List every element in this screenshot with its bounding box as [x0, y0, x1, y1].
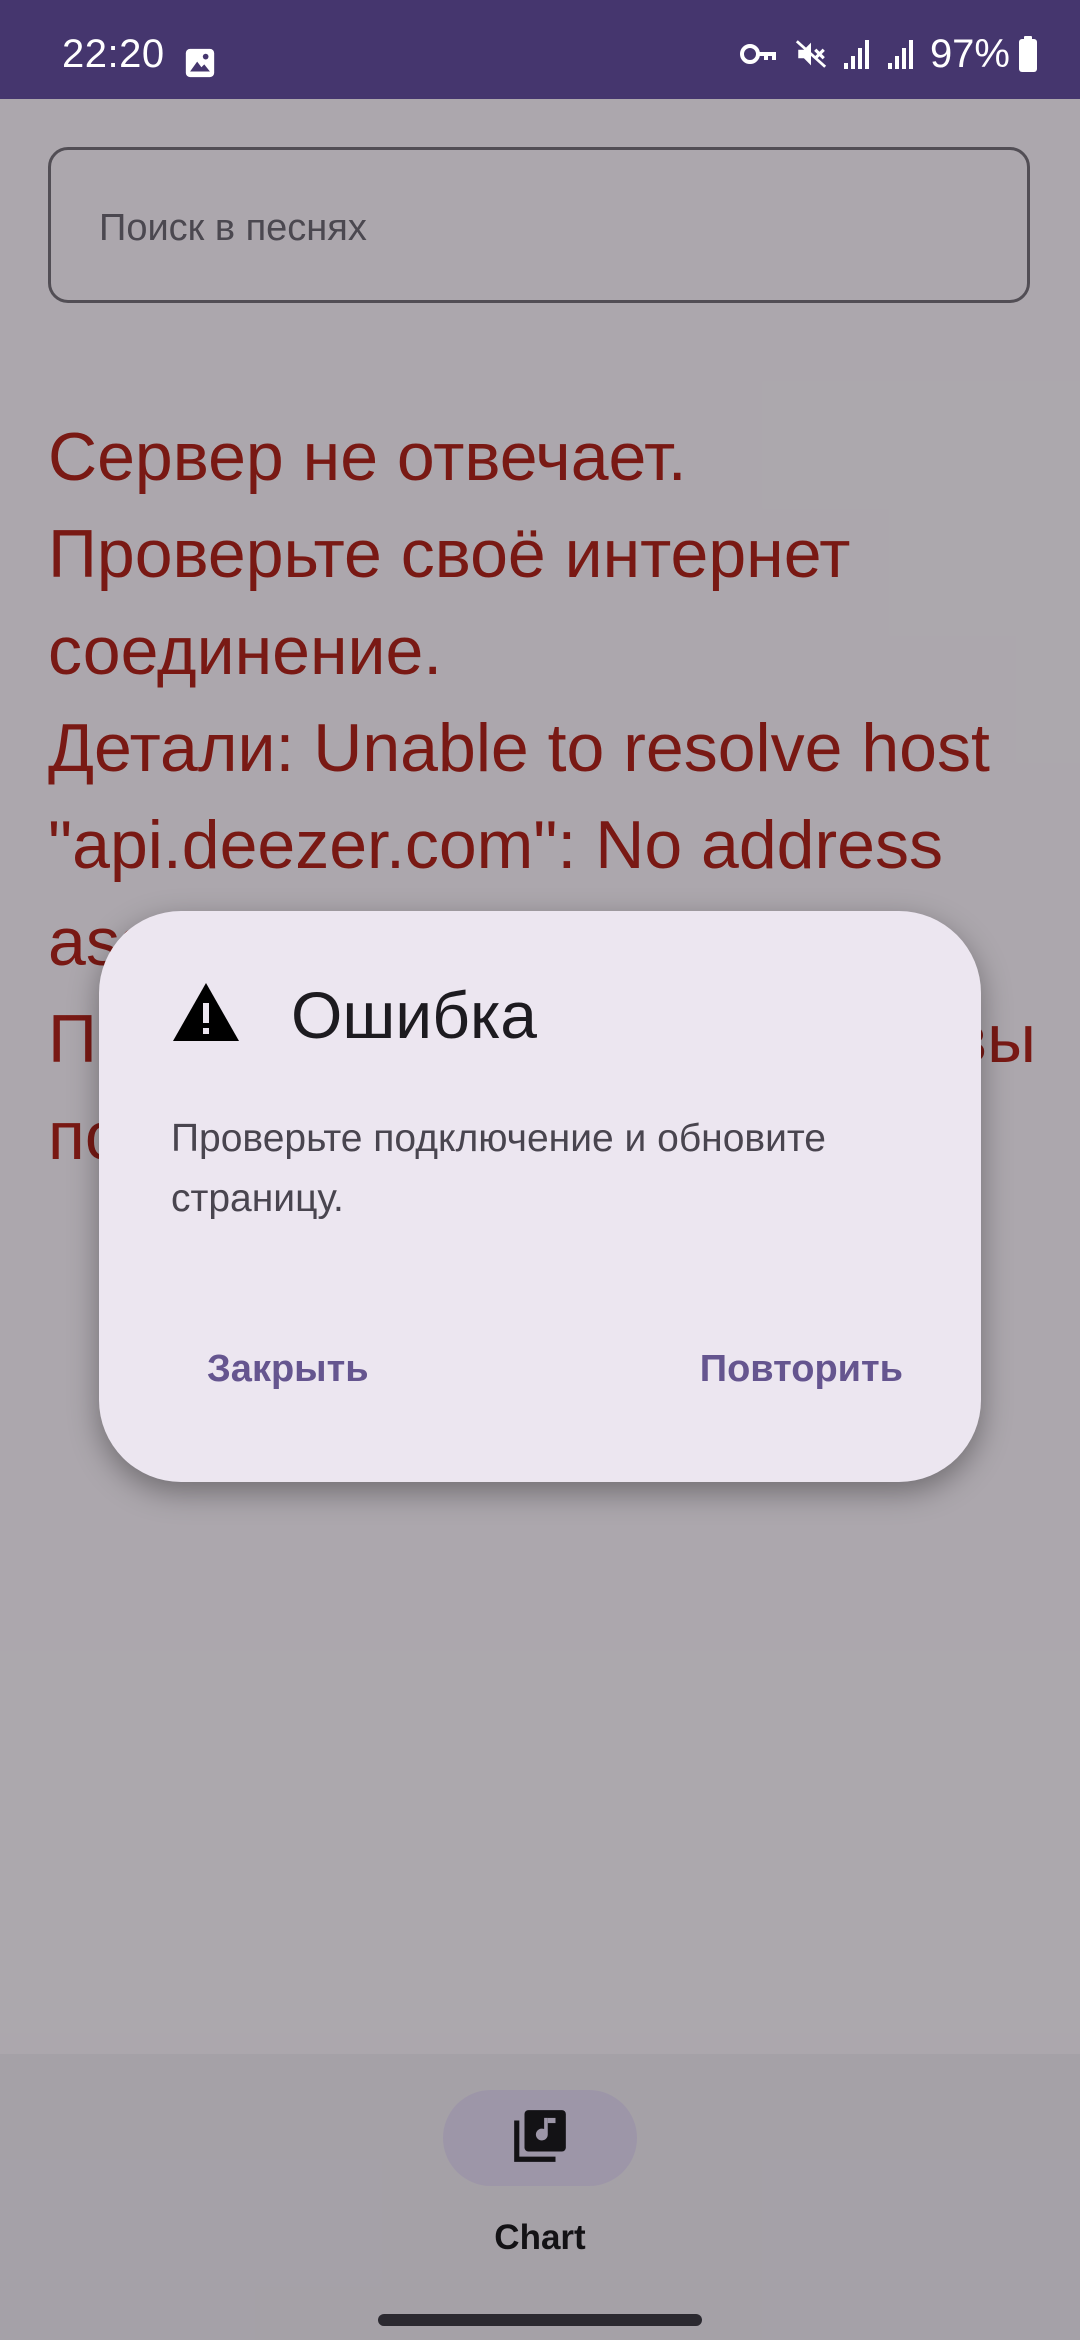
- gesture-handle[interactable]: [378, 2314, 702, 2326]
- image-icon: [183, 46, 217, 85]
- retry-button[interactable]: Повторить: [664, 1321, 939, 1417]
- battery-percent: 97%: [929, 32, 1010, 76]
- vpn-key-icon: [739, 41, 780, 67]
- dialog-title: Ошибка: [291, 978, 537, 1052]
- status-icons: 97%: [726, 34, 1038, 74]
- mute-icon: [794, 37, 828, 71]
- status-bar: 22:20 97%: [0, 0, 1080, 99]
- error-dialog: Ошибка Проверьте подключение и обновите …: [99, 911, 981, 1482]
- signal-icon: [842, 37, 872, 71]
- close-button[interactable]: Закрыть: [171, 1321, 405, 1417]
- dialog-message: Проверьте подключение и обновите страниц…: [171, 1117, 827, 1220]
- status-time: 22:20: [62, 32, 165, 76]
- signal-icon: [886, 37, 916, 71]
- warning-icon: [171, 981, 241, 1048]
- battery-icon: [1018, 36, 1038, 72]
